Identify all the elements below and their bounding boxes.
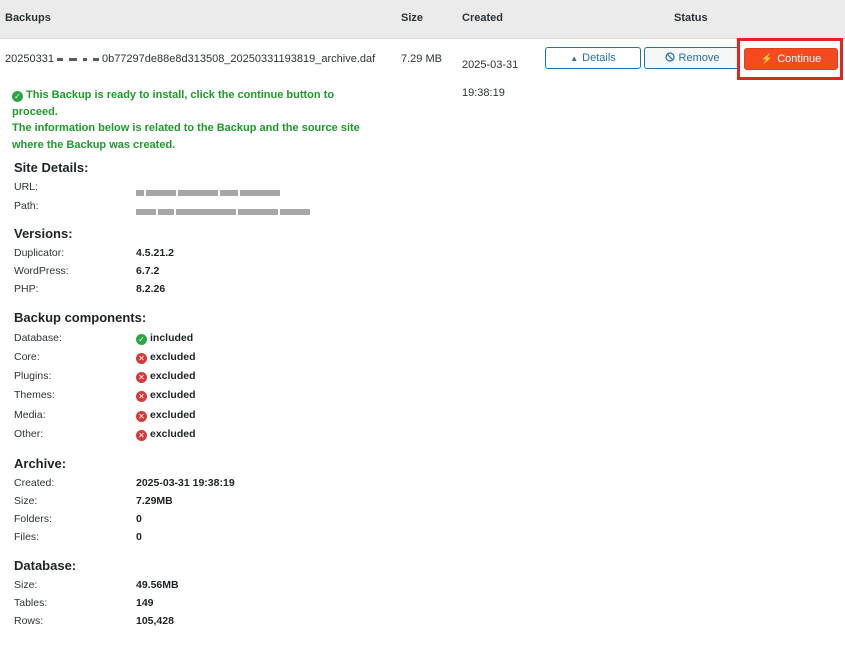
- archive-value: 2025-03-31 19:38:19: [136, 477, 235, 489]
- component-status: ✕ excluded: [136, 428, 196, 441]
- component-status: ✕ excluded: [136, 370, 196, 383]
- version-label: Duplicator:: [14, 247, 65, 259]
- component-status: ✕ excluded: [136, 389, 196, 402]
- remove-label: Remove: [678, 52, 720, 64]
- caret-up-icon: ▲: [570, 53, 579, 63]
- component-label: Other:: [14, 428, 44, 440]
- backup-size: 7.29 MB: [401, 53, 442, 65]
- redacted-block: [82, 57, 87, 61]
- backup-filename: 20250331 0b77297de88e8d313508_20250331193…: [5, 53, 375, 65]
- component-label: Database:: [14, 332, 62, 344]
- components-title: Backup components:: [14, 310, 147, 325]
- archive-label: Folders:: [14, 513, 52, 525]
- version-value: 8.2.26: [136, 283, 166, 295]
- col-created: Created: [462, 12, 503, 24]
- continue-label: Continue: [777, 53, 822, 65]
- component-status-text: excluded: [150, 351, 196, 363]
- created-date: 2025-03-31: [462, 59, 519, 71]
- x-circle-icon: ✕: [136, 372, 147, 383]
- continue-button[interactable]: ⚡ Continue: [744, 48, 838, 70]
- col-size: Size: [401, 12, 424, 24]
- created-time: 19:38:19: [462, 87, 505, 99]
- bolt-icon: ⚡: [760, 53, 774, 65]
- x-circle-icon: ✕: [136, 430, 147, 441]
- table-header: Backups Size Created Status: [0, 0, 845, 39]
- col-backups: Backups: [5, 12, 51, 24]
- url-label: URL:: [14, 181, 38, 193]
- message-line-1: This Backup is ready to install, click t…: [12, 89, 335, 118]
- database-value: 105,428: [136, 615, 174, 627]
- message-line-3: where the Backup was created.: [12, 138, 176, 151]
- component-status-text: excluded: [150, 428, 196, 440]
- x-circle-icon: ✕: [136, 411, 147, 422]
- x-circle-icon: ✕: [136, 353, 147, 364]
- component-status: ✕ excluded: [136, 409, 196, 422]
- component-status-text: excluded: [150, 409, 196, 421]
- filename-prefix: 20250331: [5, 53, 54, 65]
- component-label: Plugins:: [14, 370, 52, 382]
- database-label: Size:: [14, 579, 38, 591]
- col-status: Status: [674, 12, 708, 24]
- remove-button[interactable]: Remove: [644, 47, 740, 69]
- database-label: Tables:: [14, 597, 48, 609]
- component-status-text: excluded: [150, 389, 196, 401]
- site-details-title: Site Details:: [14, 160, 89, 175]
- version-value: 6.7.2: [136, 265, 160, 277]
- database-label: Rows:: [14, 615, 44, 627]
- versions-title: Versions:: [14, 226, 73, 241]
- version-label: WordPress:: [14, 265, 69, 277]
- ready-message: ✓ This Backup is ready to install, click …: [12, 87, 382, 153]
- component-label: Core:: [14, 351, 40, 363]
- ban-icon: [664, 51, 675, 65]
- check-icon: ✓: [136, 334, 147, 345]
- component-status-text: included: [150, 332, 194, 344]
- archive-label: Size:: [14, 495, 38, 507]
- database-title: Database:: [14, 558, 77, 573]
- path-label: Path:: [14, 200, 39, 212]
- archive-title: Archive:: [14, 456, 67, 471]
- details-label: Details: [582, 52, 616, 64]
- component-status: ✓ included: [136, 332, 193, 345]
- component-label: Media:: [14, 409, 46, 421]
- redacted-block: [68, 57, 77, 61]
- redacted-block: [56, 57, 63, 61]
- archive-label: Created:: [14, 477, 55, 489]
- archive-value: 0: [136, 513, 142, 525]
- check-icon: ✓: [12, 91, 23, 102]
- component-label: Themes:: [14, 389, 55, 401]
- archive-value: 0: [136, 531, 142, 543]
- details-button[interactable]: ▲ Details: [545, 47, 641, 69]
- component-status-text: excluded: [150, 370, 196, 382]
- version-value: 4.5.21.2: [136, 247, 174, 259]
- backup-created: 2025-03-31 19:38:19: [462, 51, 518, 107]
- archive-label: Files:: [14, 531, 40, 543]
- database-value: 149: [136, 597, 154, 609]
- url-redacted: [136, 183, 282, 196]
- archive-value: 7.29MB: [136, 495, 173, 507]
- x-circle-icon: ✕: [136, 391, 147, 402]
- redacted-block: [92, 57, 99, 61]
- message-line-2: The information below is related to the …: [12, 122, 360, 134]
- filename-suffix: 0b77297de88e8d313508_20250331193819_arch…: [101, 53, 376, 65]
- component-status: ✕ excluded: [136, 351, 196, 364]
- path-redacted: [136, 202, 312, 215]
- version-label: PHP:: [14, 283, 39, 295]
- database-value: 49.56MB: [136, 579, 179, 591]
